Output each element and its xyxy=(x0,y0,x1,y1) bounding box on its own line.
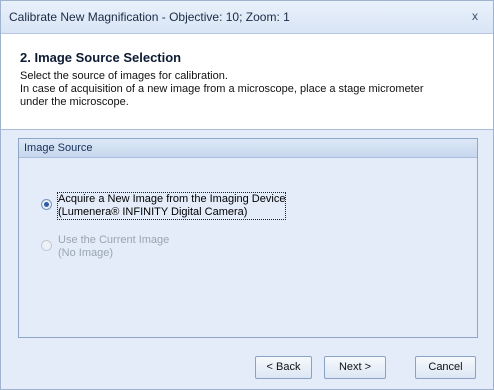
close-icon[interactable]: x xyxy=(467,8,483,24)
calibration-dialog: Calibrate New Magnification - Objective:… xyxy=(0,0,494,390)
cancel-button[interactable]: Cancel xyxy=(415,356,476,379)
radio-button-checked[interactable] xyxy=(41,199,52,210)
radio-current-line1: Use the Current Image xyxy=(58,234,170,246)
back-button[interactable]: < Back xyxy=(255,356,312,379)
radio-button-disabled xyxy=(41,240,52,251)
next-button[interactable]: Next > xyxy=(324,356,386,379)
radio-acquire-label[interactable]: Acquire a New Image from the Imaging Dev… xyxy=(56,192,287,220)
group-title: Image Source xyxy=(19,139,477,158)
step-description: Select the source of images for calibrat… xyxy=(20,70,480,109)
radio-current-label: Use the Current Image (No Image) xyxy=(58,234,169,260)
title-bar: Calibrate New Magnification - Objective:… xyxy=(1,1,493,34)
radio-acquire-line1: Acquire a New Image from the Imaging Dev… xyxy=(58,193,286,205)
radio-acquire-line2: (Lumenera® INFINITY Digital Camera) xyxy=(58,206,248,218)
description-line: Select the source of images for calibrat… xyxy=(20,70,228,82)
wizard-header: 2. Image Source Selection Select the sou… xyxy=(1,34,493,130)
image-source-group: Image Source Acquire a New Image from th… xyxy=(18,138,478,338)
description-line: under the microscope. xyxy=(20,96,129,108)
step-title: 2. Image Source Selection xyxy=(20,50,182,65)
description-line: In case of acquisition of a new image fr… xyxy=(20,83,424,95)
radio-current-line2: (No Image) xyxy=(58,247,114,259)
window-title: Calibrate New Magnification - Objective:… xyxy=(9,10,290,24)
